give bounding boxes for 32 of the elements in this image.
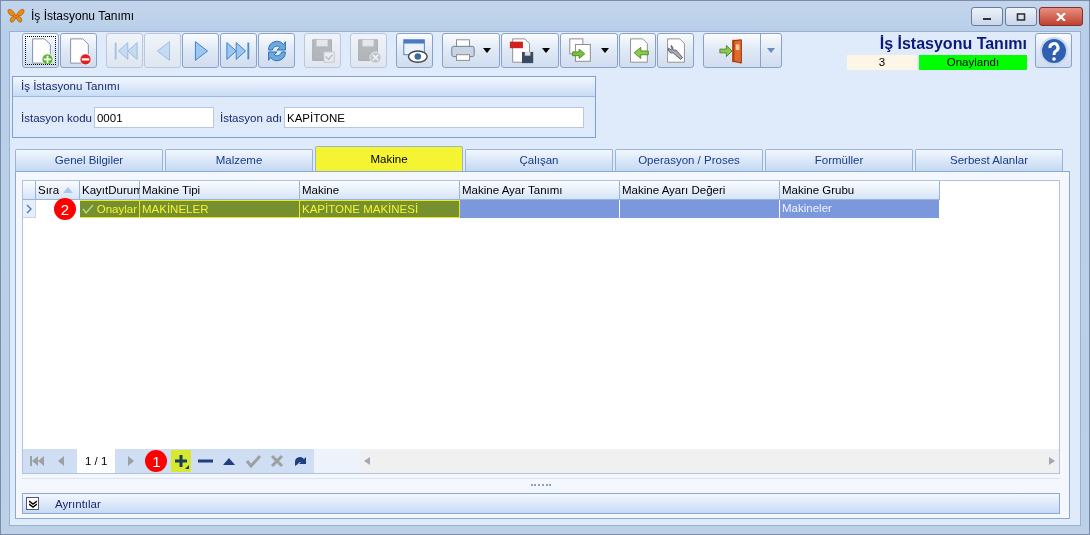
form-title: İş İstasyonu Tanımı — [879, 35, 1027, 53]
field-label: İstasyon adı — [219, 111, 282, 124]
column-header[interactable]: Makine Tipi — [140, 181, 300, 200]
text-field[interactable]: 0001 — [93, 107, 214, 128]
table-cell: Makineler — [780, 200, 940, 218]
field-label: İstasyon kodu — [21, 111, 92, 124]
status-label: Onaylandı — [919, 55, 1027, 70]
column-header[interactable]: Makine Grubu — [780, 181, 940, 200]
details-bar[interactable]: Ayrıntılar — [22, 493, 1060, 514]
column-header[interactable]: Makine — [300, 181, 460, 200]
tab[interactable]: Operasyon / Proses — [615, 149, 763, 171]
table-cell: MAKİNELER — [140, 200, 300, 218]
column-header[interactable]: KayıtDurum — [80, 181, 140, 200]
table-cell: Onaylar — [80, 200, 140, 218]
callout-badge: 1 — [145, 450, 168, 472]
tab[interactable]: Çalışan — [465, 149, 613, 171]
callout-badge: 2 — [54, 198, 76, 220]
tab[interactable]: Genel Bilgiler — [15, 149, 163, 171]
tab[interactable]: Formüller — [765, 149, 913, 171]
text-field[interactable]: KAPİTONE — [284, 107, 584, 128]
tab[interactable]: Makine — [315, 146, 463, 171]
window-title: İş İstasyonu Tanımı — [31, 9, 135, 23]
column-header[interactable]: Makine Ayar Tanımı — [460, 181, 620, 200]
column-header[interactable]: Makine Ayarı Değeri — [620, 181, 780, 200]
table-cell: KAPİTONE MAKİNESİ — [300, 200, 460, 218]
tab[interactable]: Malzeme — [165, 149, 313, 171]
column-header[interactable]: Sıra — [36, 181, 80, 200]
tab[interactable]: Serbest Alanlar — [915, 149, 1063, 171]
details-label: Ayrıntılar — [55, 497, 101, 510]
record-number: 3 — [847, 55, 917, 70]
group-title: İş İstasyonu Tanımı — [13, 77, 595, 97]
page-indicator: 1 / 1 — [77, 449, 116, 473]
